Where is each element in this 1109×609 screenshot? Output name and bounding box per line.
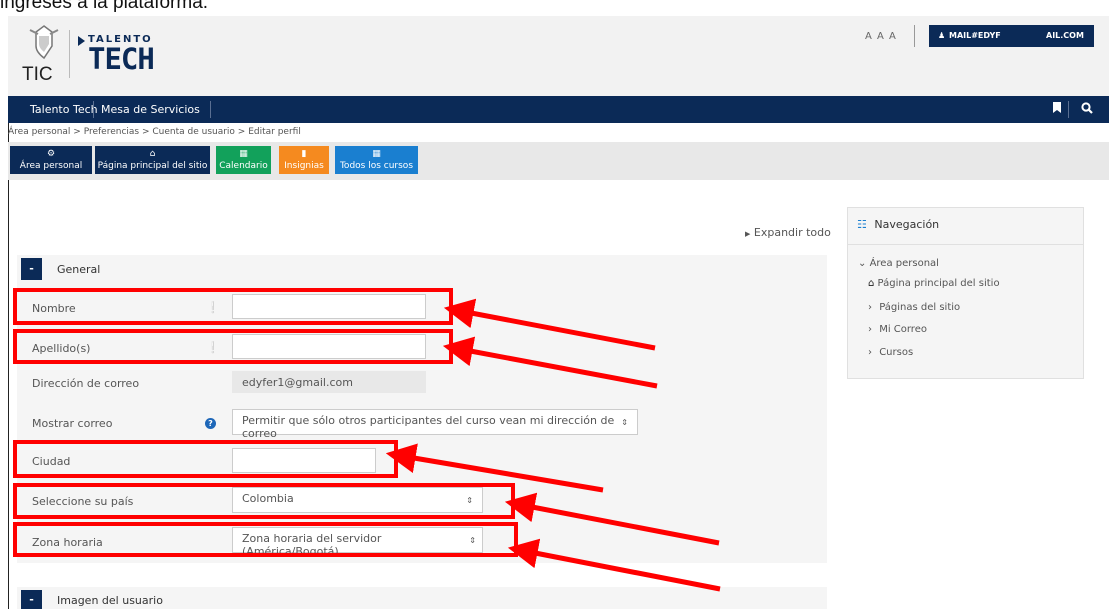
arrow-zona [507, 538, 721, 592]
arrow-apellido [442, 336, 658, 389]
arrow-nombre [443, 298, 656, 351]
arrow-ciudad [385, 443, 604, 493]
arrow-pais [504, 492, 720, 546]
arrow-annotations [385, 298, 721, 592]
